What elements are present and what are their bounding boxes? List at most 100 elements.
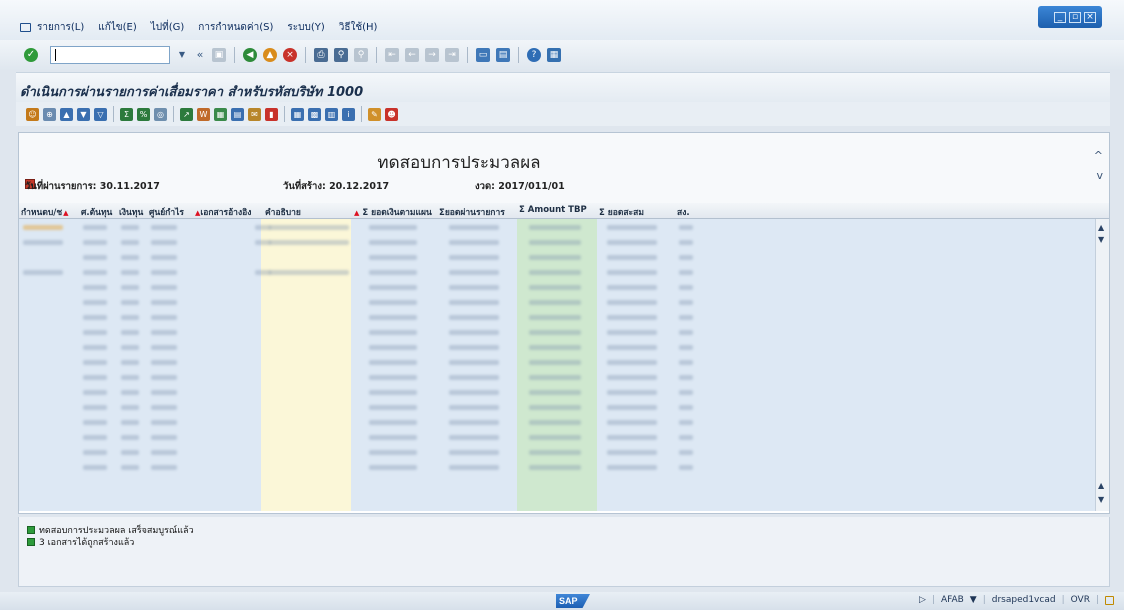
column-header[interactable]: ศูนย์กำไร — [149, 205, 184, 219]
scroll-down-icon[interactable]: ▼ — [1098, 235, 1104, 244]
change-layout-icon[interactable]: ▦ — [291, 107, 304, 121]
cancel-icon[interactable]: × — [283, 48, 297, 62]
information-icon[interactable]: i — [342, 107, 355, 121]
details-icon[interactable]: ☺ — [26, 107, 39, 121]
column-header[interactable]: ศ.ต้นทุน — [81, 205, 112, 219]
grid-cell — [23, 270, 63, 275]
close-icon[interactable]: × — [1084, 11, 1096, 23]
column-header[interactable]: Σยอดผ่านรายการ — [439, 205, 505, 219]
spreadsheet-icon[interactable]: ▦ — [214, 107, 227, 121]
sort-descending-icon[interactable]: ▼ — [77, 107, 90, 121]
menu-item-settings[interactable]: การกำหนดค่า(S) — [198, 20, 273, 35]
grid-cell — [269, 225, 349, 230]
column-header[interactable]: Σ ยอดสะสม — [599, 205, 644, 219]
grid-cell — [529, 225, 581, 230]
scroll-up-icon[interactable]: ▲ — [1098, 223, 1104, 232]
grid-cell — [83, 315, 107, 320]
grid-cell — [151, 360, 177, 365]
filter-icon[interactable]: ▽ — [94, 107, 107, 121]
select-detail-icon[interactable]: ⊕ — [43, 107, 56, 121]
grid-cell — [83, 345, 107, 350]
grid-cell — [151, 330, 177, 335]
help-icon[interactable]: ? — [527, 48, 541, 62]
layout-menu-icon[interactable]: ▦ — [547, 48, 561, 62]
chevron-down-icon[interactable]: ▼ — [970, 595, 977, 605]
select-layout-icon[interactable]: ▩ — [308, 107, 321, 121]
last-page-icon[interactable]: ⇥ — [445, 48, 459, 62]
grid-cell — [449, 315, 499, 320]
mail-recipient-icon[interactable]: ✉ — [248, 107, 261, 121]
menu-item-help[interactable]: วิธีใช้(H) — [339, 20, 378, 35]
shortcut-icon[interactable]: ▤ — [496, 48, 510, 62]
scroll-down-icon[interactable]: ▼ — [1098, 495, 1104, 504]
total-icon[interactable]: Σ — [120, 107, 133, 121]
grid-cell — [679, 450, 693, 455]
print-icon[interactable]: ⎙ — [314, 48, 328, 62]
print-preview-icon[interactable]: ◎ — [154, 107, 167, 121]
users-icon[interactable]: ☻ — [385, 107, 398, 121]
scroll-up-icon[interactable]: ^ — [1094, 149, 1103, 162]
toolbar-separator — [305, 47, 306, 63]
scroll-down-icon[interactable]: v — [1096, 169, 1103, 182]
collapse-toolbar-icon[interactable]: « — [194, 46, 206, 64]
grid-cell — [607, 225, 657, 230]
toolbar-separator — [284, 106, 285, 122]
local-file-icon[interactable]: ▤ — [231, 107, 244, 121]
maximize-icon[interactable]: ▫ — [1069, 11, 1081, 23]
grid-cell — [607, 420, 657, 425]
menu-item-system[interactable]: ระบบ(Y) — [287, 20, 324, 35]
play-icon[interactable]: ▷ — [919, 595, 926, 605]
edit-icon[interactable]: ✎ — [368, 107, 381, 121]
created-date: วันที่สร้าง: 20.12.2017 — [283, 181, 390, 192]
command-history-dropdown-icon[interactable]: ▼ — [176, 46, 188, 64]
exit-icon[interactable]: ▲ — [263, 48, 277, 62]
grid-cell — [607, 300, 657, 305]
sort-ascending-icon[interactable]: ▲ — [60, 107, 73, 121]
column-header[interactable]: Σ Amount TBP — [519, 205, 587, 215]
menu-item-list-label[interactable]: รายการ(L) — [37, 20, 84, 35]
menu-icon[interactable] — [20, 23, 31, 32]
column-header[interactable]: ▲ Σ ยอดเงินตามแผน — [353, 205, 432, 219]
menu-item-list[interactable]: รายการ(L) — [20, 20, 84, 35]
scroll-up-icon[interactable]: ▲ — [1098, 481, 1104, 490]
previous-page-icon[interactable]: ← — [405, 48, 419, 62]
word-processing-icon[interactable]: W — [197, 107, 210, 121]
title-bar: ดำเนินการผ่านรายการค่าเสื่อมราคา สำหรับร… — [16, 72, 1110, 102]
command-field[interactable] — [50, 46, 170, 64]
grid-cell — [151, 375, 177, 380]
grid-cell — [679, 270, 693, 275]
column-header[interactable]: เงินทุน — [119, 205, 143, 219]
save-layout-icon[interactable]: ▥ — [325, 107, 338, 121]
grid-cell — [369, 390, 417, 395]
separator: | — [982, 595, 986, 605]
column-header[interactable]: สง. — [677, 205, 690, 219]
export-icon[interactable]: ↗ — [180, 107, 193, 121]
menu-item-goto[interactable]: ไปที่(G) — [151, 20, 185, 35]
back-icon[interactable]: ◀ — [243, 48, 257, 62]
enter-check-icon[interactable]: ✓ — [24, 48, 38, 62]
find-icon[interactable]: ⚲ — [334, 48, 348, 62]
minimize-icon[interactable]: _ — [1054, 11, 1066, 23]
status-bar: SAP ▷ | AFAB ▼ | drsaped1vcad | OVR | — [0, 592, 1124, 610]
input-mode[interactable]: OVR — [1071, 595, 1090, 605]
find-next-icon[interactable]: ⚲ — [354, 48, 368, 62]
sap-logo: SAP — [556, 594, 590, 608]
menu-item-edit[interactable]: แก้ไข(E) — [98, 20, 137, 35]
grid-cell — [449, 405, 499, 410]
message-area: ทดสอบการประมวลผล เสร็จสมบูรณ์แล้ว 3 เอกส… — [18, 517, 1110, 587]
column-header[interactable]: กำหนดบ/ช▲ — [21, 205, 69, 219]
subtotal-icon[interactable]: % — [137, 107, 150, 121]
grid-cell — [449, 420, 499, 425]
server-name: drsaped1vcad — [991, 595, 1056, 605]
column-header[interactable]: คำอธิบาย — [265, 205, 301, 219]
grid-cell — [607, 435, 657, 440]
save-icon[interactable]: ▣ — [212, 48, 226, 62]
column-header[interactable]: ▲เอกสารอ้างอิง — [194, 205, 251, 219]
transaction-code[interactable]: AFAB — [941, 595, 964, 605]
grid-cell — [369, 375, 417, 380]
next-page-icon[interactable]: → — [425, 48, 439, 62]
create-session-icon[interactable]: ▭ — [476, 48, 490, 62]
first-page-icon[interactable]: ⇤ — [385, 48, 399, 62]
graphic-icon[interactable]: ▮ — [265, 107, 278, 121]
grid-vertical-scrollbar[interactable]: ▲ ▼ ▲ ▼ — [1095, 219, 1109, 511]
